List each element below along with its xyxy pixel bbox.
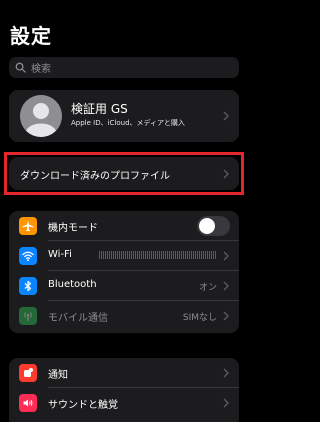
chevron-right-icon	[223, 398, 229, 408]
airplane-icon	[19, 217, 37, 235]
profile-subtitle: Apple ID、iCloud、メディアと購入	[71, 119, 185, 127]
search-placeholder: 検索	[31, 64, 51, 75]
wifi-network-value-redacted	[99, 251, 217, 259]
cellular-row[interactable]: モバイル通信 SIMなし	[9, 301, 239, 331]
cellular-value: SIMなし	[182, 313, 217, 323]
connectivity-group: 機内モード Wi-Fi Bluetooth オン モバイル通信 SIMなし	[9, 211, 239, 333]
bell-icon	[19, 364, 37, 382]
bluetooth-value: オン	[198, 283, 217, 293]
chevron-right-icon	[223, 281, 229, 291]
apple-id-profile-cell[interactable]: 検証用 GS Apple ID、iCloud、メディアと購入	[9, 90, 239, 142]
airplane-mode-label: 機内モード	[48, 223, 98, 234]
bluetooth-icon	[19, 277, 37, 295]
wifi-label: Wi-Fi	[48, 249, 72, 260]
chevron-right-icon	[223, 368, 229, 378]
sounds-label: サウンドと触覚	[48, 400, 118, 411]
wifi-row[interactable]: Wi-Fi	[9, 241, 239, 271]
settings-screen: 設定 検索 検証用 GS Apple ID、iCloud、メディアと購入 ダウン…	[0, 0, 249, 422]
search-field[interactable]: 検索	[9, 57, 239, 78]
highlight-box	[4, 152, 244, 195]
chevron-right-icon	[223, 251, 229, 261]
speaker-icon	[19, 394, 37, 412]
person-icon	[20, 95, 62, 137]
sounds-row[interactable]: サウンドと触覚	[9, 388, 239, 418]
alerts-group: 通知 サウンドと触覚	[9, 358, 239, 422]
avatar	[20, 95, 62, 137]
toggle-knob	[199, 218, 215, 234]
chevron-right-icon	[223, 311, 229, 321]
profile-name: 検証用 GS	[71, 102, 128, 116]
chevron-right-icon	[223, 111, 229, 121]
cellular-label: モバイル通信	[48, 313, 108, 324]
airplane-mode-row: 機内モード	[9, 211, 239, 241]
airplane-mode-toggle[interactable]	[197, 216, 230, 236]
bluetooth-label: Bluetooth	[48, 279, 97, 290]
search-icon	[15, 62, 26, 73]
page-title: 設定	[10, 24, 52, 48]
antenna-icon	[19, 307, 37, 325]
wifi-icon	[19, 247, 37, 265]
notifications-row[interactable]: 通知	[9, 358, 239, 388]
notifications-label: 通知	[48, 370, 68, 381]
bluetooth-row[interactable]: Bluetooth オン	[9, 271, 239, 301]
